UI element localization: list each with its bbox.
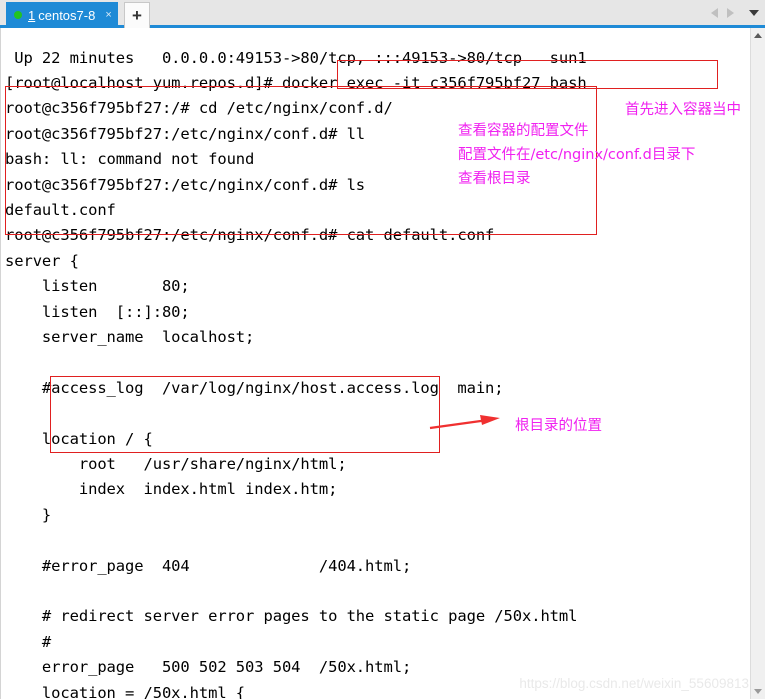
tab-navigation [711,0,759,25]
close-icon[interactable]: × [105,9,111,21]
annotation-enter-container: 首先进入容器当中 [625,102,741,118]
caret-down-icon[interactable] [749,9,759,16]
annotation-config-path: 配置文件在/etc/nginx/conf.d目录下 [458,147,696,163]
chevron-left-icon[interactable] [711,7,718,18]
scroll-down-icon[interactable] [751,684,765,699]
terminal-output-pane[interactable]: Up 22 minutes 0.0.0.0:49153->80/tcp, :::… [0,28,750,699]
tab-bar: 1 centos7-8 × + [0,0,765,28]
tab-title-label: centos7-8 [38,7,96,23]
tab-centos7-8[interactable]: 1 centos7-8 × [6,2,118,28]
connection-status-dot-icon [14,11,22,19]
tab-index-label: 1 [28,7,36,23]
terminal-scrollbar[interactable] [750,28,765,699]
terminal-text: Up 22 minutes 0.0.0.0:49153->80/tcp, :::… [5,48,587,699]
chevron-right-icon[interactable] [727,7,734,18]
annotation-view-config: 查看容器的配置文件 [458,123,589,139]
watermark-text: https://blog.csdn.net/weixin_55609813 [519,676,749,691]
new-tab-button[interactable]: + [124,2,150,28]
annotation-view-root: 查看根目录 [458,171,531,187]
annotation-root-location: 根目录的位置 [515,418,602,434]
scroll-up-icon[interactable] [751,28,765,43]
